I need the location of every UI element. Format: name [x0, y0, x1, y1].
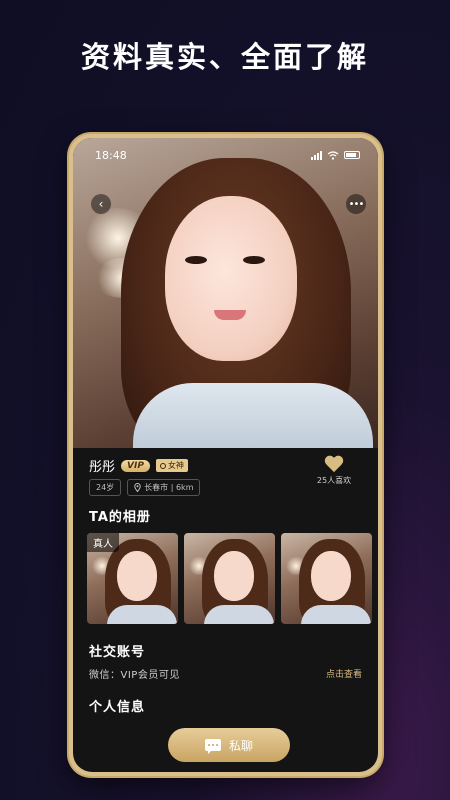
promo-headline: 资料真实、全面了解 [80, 40, 369, 74]
battery-icon [344, 151, 360, 159]
photo-mouth [214, 310, 246, 320]
photo-eye [185, 256, 207, 264]
social-title: 社交账号 [89, 645, 146, 660]
meta-row: 24岁 长春市 | 6km [89, 479, 201, 496]
wechat-row: 微信：VIP会员可见 点击查看 [89, 666, 362, 681]
location-pin-icon [134, 483, 141, 492]
status-time: 18:48 [95, 148, 127, 162]
private-chat-button[interactable]: 私聊 [168, 728, 290, 762]
chat-bubble-icon [204, 739, 221, 754]
chat-button-label: 私聊 [228, 738, 253, 753]
goddess-icon [159, 462, 166, 469]
real-person-tag: 真人 [87, 533, 119, 552]
signal-icon [311, 150, 322, 160]
age-chip: 24岁 [89, 479, 122, 496]
vip-badge: VIP [121, 459, 150, 472]
back-icon[interactable]: ‹ [91, 194, 111, 214]
album-photo[interactable] [184, 533, 275, 624]
location-chip: 长春市 | 6km [127, 479, 201, 496]
goddess-badge: 女神 [155, 459, 188, 472]
album-grid: 真人 [87, 533, 372, 624]
album-photo[interactable] [281, 533, 372, 624]
goddess-label: 女神 [167, 461, 184, 470]
like-count: 25人喜欢 [316, 476, 352, 485]
wifi-icon [327, 150, 339, 160]
location-text: 长春市 | 6km [144, 483, 194, 492]
photo-face [165, 196, 297, 361]
wechat-text: 微信：VIP会员可见 [89, 670, 180, 681]
personal-info-title: 个人信息 [89, 700, 146, 715]
album-title: TA的相册 [89, 510, 151, 525]
view-wechat-link[interactable]: 点击查看 [326, 667, 362, 680]
profile-name: 彤彤 [89, 460, 116, 475]
phone-frame: 18:48 ‹ ••• 彤彤 VIP 女神 24岁 长春市 | 6km 25人喜… [69, 134, 382, 776]
profile-photo[interactable]: 18:48 ‹ ••• [73, 138, 378, 448]
name-row: 彤彤 VIP 女神 [89, 456, 188, 475]
more-icon[interactable]: ••• [346, 194, 366, 214]
heart-icon [325, 456, 343, 472]
status-icons [311, 150, 360, 160]
phone-screen: 18:48 ‹ ••• 彤彤 VIP 女神 24岁 长春市 | 6km 25人喜… [73, 138, 378, 772]
like-button[interactable]: 25人喜欢 [304, 456, 364, 486]
photo-eye [243, 256, 265, 264]
status-bar: 18:48 [73, 138, 378, 172]
photo-shirt [133, 383, 373, 448]
album-photo[interactable]: 真人 [87, 533, 178, 624]
